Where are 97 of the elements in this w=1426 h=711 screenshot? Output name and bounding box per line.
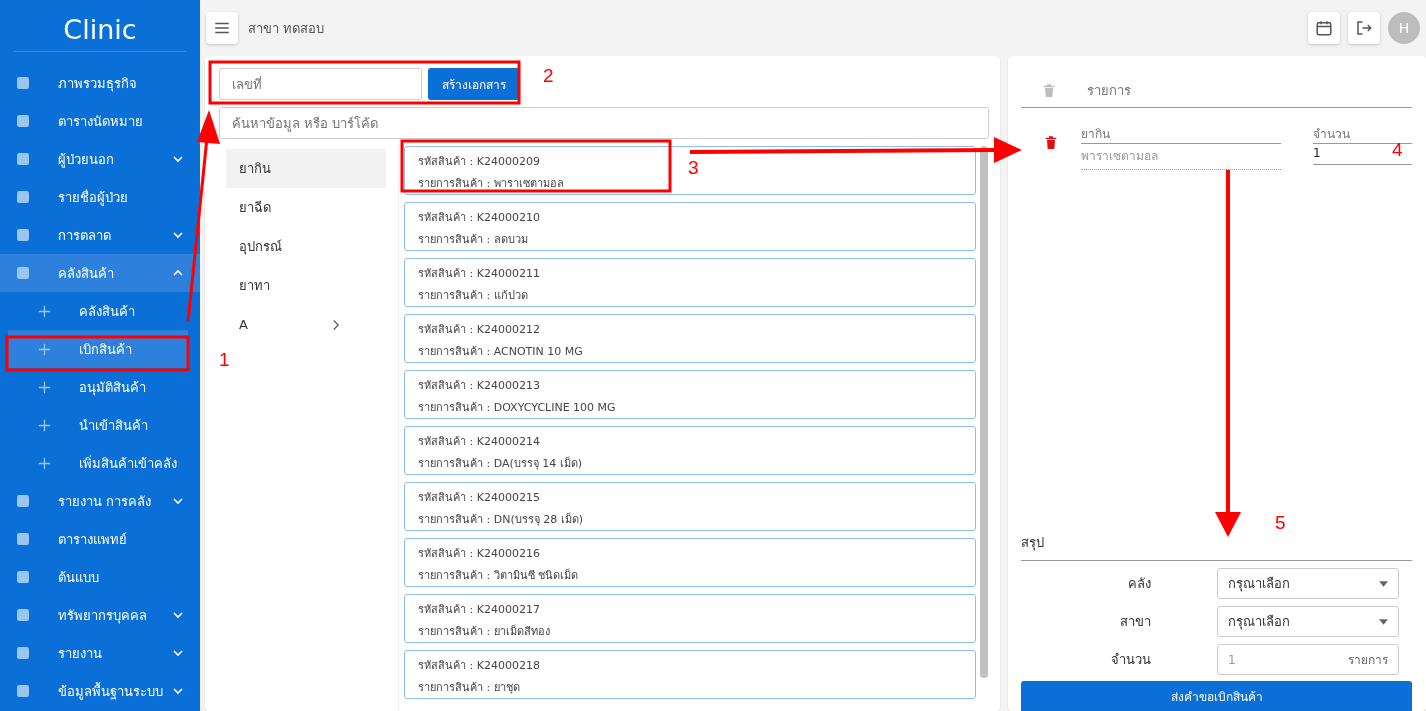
- product-code: รหัสสินค้า : K24000213: [418, 378, 540, 394]
- product-name: รายการสินค้า : ลดบวม: [418, 232, 528, 248]
- menu-item-icon: [14, 74, 32, 92]
- branch-title: สาขา ทดสอบ: [248, 19, 325, 38]
- dropdown[interactable]: กรุณาเลือก: [1217, 568, 1399, 599]
- logo-text: Clinic: [14, 0, 186, 52]
- sidebar-item[interactable]: รายชื่อผู้ป่วย: [0, 178, 200, 216]
- product-name: รายการสินค้า : วิตามินซี ชนิดเม็ด: [418, 567, 579, 584]
- product-card[interactable]: รหัสสินค้า : K24000218 รายการสินค้า : ยาชุด: [404, 650, 976, 699]
- dropdown-arrow-icon: [1379, 580, 1388, 587]
- product-code: รหัสสินค้า : K24000210: [418, 210, 540, 226]
- product-code: รหัสสินค้า : K24000218: [418, 658, 540, 674]
- submenu-item[interactable]: คลังสินค้า: [8, 292, 188, 330]
- plus-icon: [38, 456, 51, 470]
- sidebar-item[interactable]: ตารางแพทย์: [0, 520, 200, 558]
- product-card[interactable]: รหัสสินค้า : K24000211 รายการสินค้า : แก้ปวด: [404, 258, 976, 307]
- calendar-button[interactable]: [1308, 12, 1340, 44]
- product-name: รายการสินค้า : DOXYCYCLINE 100 MG: [418, 400, 616, 416]
- logout-button[interactable]: [1348, 12, 1380, 44]
- sidebar-item[interactable]: การตลาด: [0, 216, 200, 254]
- sidebar-item[interactable]: ภาพรวมธุรกิจ: [0, 64, 200, 102]
- product-code: รหัสสินค้า : K24000217: [418, 602, 540, 618]
- menu-item-icon: [14, 568, 32, 586]
- sidebar-item[interactable]: ต้นแบบ: [0, 558, 200, 596]
- submenu-item[interactable]: เพิ่มสินค้าเข้าคลัง: [8, 444, 188, 482]
- submenu-item[interactable]: นำเข้าสินค้า: [8, 406, 188, 444]
- category-item[interactable]: อุปกรณ์: [226, 227, 386, 266]
- product-name: รายการสินค้า : แก้ปวด: [418, 288, 528, 304]
- product-code: รหัสสินค้า : K24000212: [418, 322, 540, 338]
- submit-request-button[interactable]: ส่งคำขอเบิกสินค้า: [1021, 681, 1412, 711]
- product-card[interactable]: รหัสสินค้า : K24000212 รายการสินค้า : ACNOTIN 10 MG: [404, 314, 976, 363]
- product-card[interactable]: รหัสสินค้า : K24000215 รายการสินค้า : DN(บรรจุ 28 เม็ด): [404, 482, 976, 531]
- product-card[interactable]: รหัสสินค้า : K24000210 รายการสินค้า : ลดบวม: [404, 202, 976, 251]
- product-code: รหัสสินค้า : K24000211: [418, 266, 540, 282]
- annotation-number: 4: [1392, 140, 1403, 159]
- cart-header: รายการ: [1087, 82, 1131, 100]
- trash-icon: [1041, 82, 1057, 99]
- product-name: รายการสินค้า : ยาเม็ดสีทอง: [418, 623, 550, 640]
- sidebar-item[interactable]: ทรัพยากรบุคคล: [0, 596, 200, 634]
- sidebar-item[interactable]: ตารางนัดหมาย: [0, 102, 200, 140]
- plus-icon: [38, 304, 51, 318]
- annotation-number: 2: [543, 66, 554, 85]
- delete-icon[interactable]: [1043, 135, 1059, 151]
- menu-item-icon: [14, 226, 32, 244]
- menu-item-icon: [14, 112, 32, 130]
- menu-item-icon: [14, 188, 32, 206]
- dropdown-arrow-icon: [1379, 618, 1388, 625]
- product-card[interactable]: รหัสสินค้า : K24000217 รายการสินค้า : ยาเม็ดสีทอง: [404, 594, 976, 643]
- product-name: รายการสินค้า : ACNOTIN 10 MG: [418, 344, 583, 360]
- product-code: รหัสสินค้า : K24000214: [418, 434, 540, 450]
- plus-icon: [38, 418, 51, 432]
- dropdown[interactable]: กรุณาเลือก: [1217, 606, 1399, 637]
- field-label: จำนวน: [1110, 651, 1151, 669]
- product-card[interactable]: รหัสสินค้า : K24000216 รายการสินค้า : วิตามินซี ชนิดเม็ด: [404, 538, 976, 587]
- sidebar-item[interactable]: ข้อมูลพื้นฐานระบบ: [0, 672, 200, 710]
- scrollbar-thumb[interactable]: [980, 146, 988, 678]
- submenu-item[interactable]: อนุมัติสินค้า: [8, 368, 188, 406]
- annotation-number: 5: [1275, 513, 1286, 532]
- calendar-icon: [1315, 19, 1333, 37]
- count-field[interactable]: 1 รายการ: [1217, 644, 1399, 675]
- product-card[interactable]: รหัสสินค้า : K24000214 รายการสินค้า : DA(บรรจุ 14 เม็ด): [404, 426, 976, 475]
- menu-item-icon: [14, 150, 32, 168]
- sidebar-item[interactable]: ผู้ป่วยนอก: [0, 140, 200, 178]
- category-item[interactable]: ยาทา: [226, 266, 386, 305]
- field-label: สาขา: [1119, 613, 1151, 631]
- menu-item-icon: [14, 492, 32, 510]
- logout-icon: [1355, 19, 1373, 37]
- product-name: รายการสินค้า : DA(บรรจุ 14 เม็ด): [418, 455, 583, 472]
- product-name: รายการสินค้า : DN(บรรจุ 28 เม็ด): [418, 511, 583, 528]
- sidebar-item[interactable]: คลังสินค้า: [0, 254, 200, 292]
- menu-button[interactable]: [206, 12, 238, 44]
- category-item[interactable]: A: [226, 305, 386, 344]
- product-code: รหัสสินค้า : K24000215: [418, 490, 540, 506]
- document-number-field[interactable]: เลขที่: [219, 68, 422, 100]
- menu-item-icon: [14, 682, 32, 700]
- search-field[interactable]: ค้นหาข้อมูล หรือ บาร์โค้ด: [219, 107, 989, 139]
- product-name: รายการสินค้า : พาราเซตามอล: [418, 176, 564, 192]
- category-item[interactable]: ยาฉีด: [226, 188, 386, 227]
- field-label: คลัง: [1127, 575, 1151, 593]
- plus-icon: [38, 380, 51, 394]
- product-name: รายการสินค้า : ยาชุด: [418, 680, 520, 696]
- summary-title: สรุป: [1021, 532, 1412, 561]
- menu-item-icon: [14, 606, 32, 624]
- annotation-number: 1: [219, 350, 230, 369]
- plus-icon: [38, 342, 51, 356]
- menu-item-icon: [14, 530, 32, 548]
- menu-item-icon: [14, 264, 32, 282]
- product-code: รหัสสินค้า : K24000209: [418, 154, 540, 170]
- create-document-button[interactable]: สร้างเอกสาร: [428, 68, 520, 100]
- sidebar-item[interactable]: รายงาน การคลัง: [0, 482, 200, 520]
- product-card[interactable]: รหัสสินค้า : K24000213 รายการสินค้า : DOXYCYCLINE 100 MG: [404, 370, 976, 419]
- sidebar-item[interactable]: รายงาน: [0, 634, 200, 672]
- menu-item-icon: [14, 644, 32, 662]
- item-name-field: ยากิน พาราเซตามอล: [1081, 124, 1281, 170]
- category-item[interactable]: ยากิน: [226, 149, 386, 188]
- product-code: รหัสสินค้า : K24000216: [418, 546, 540, 562]
- annotation-number: 3: [688, 158, 699, 177]
